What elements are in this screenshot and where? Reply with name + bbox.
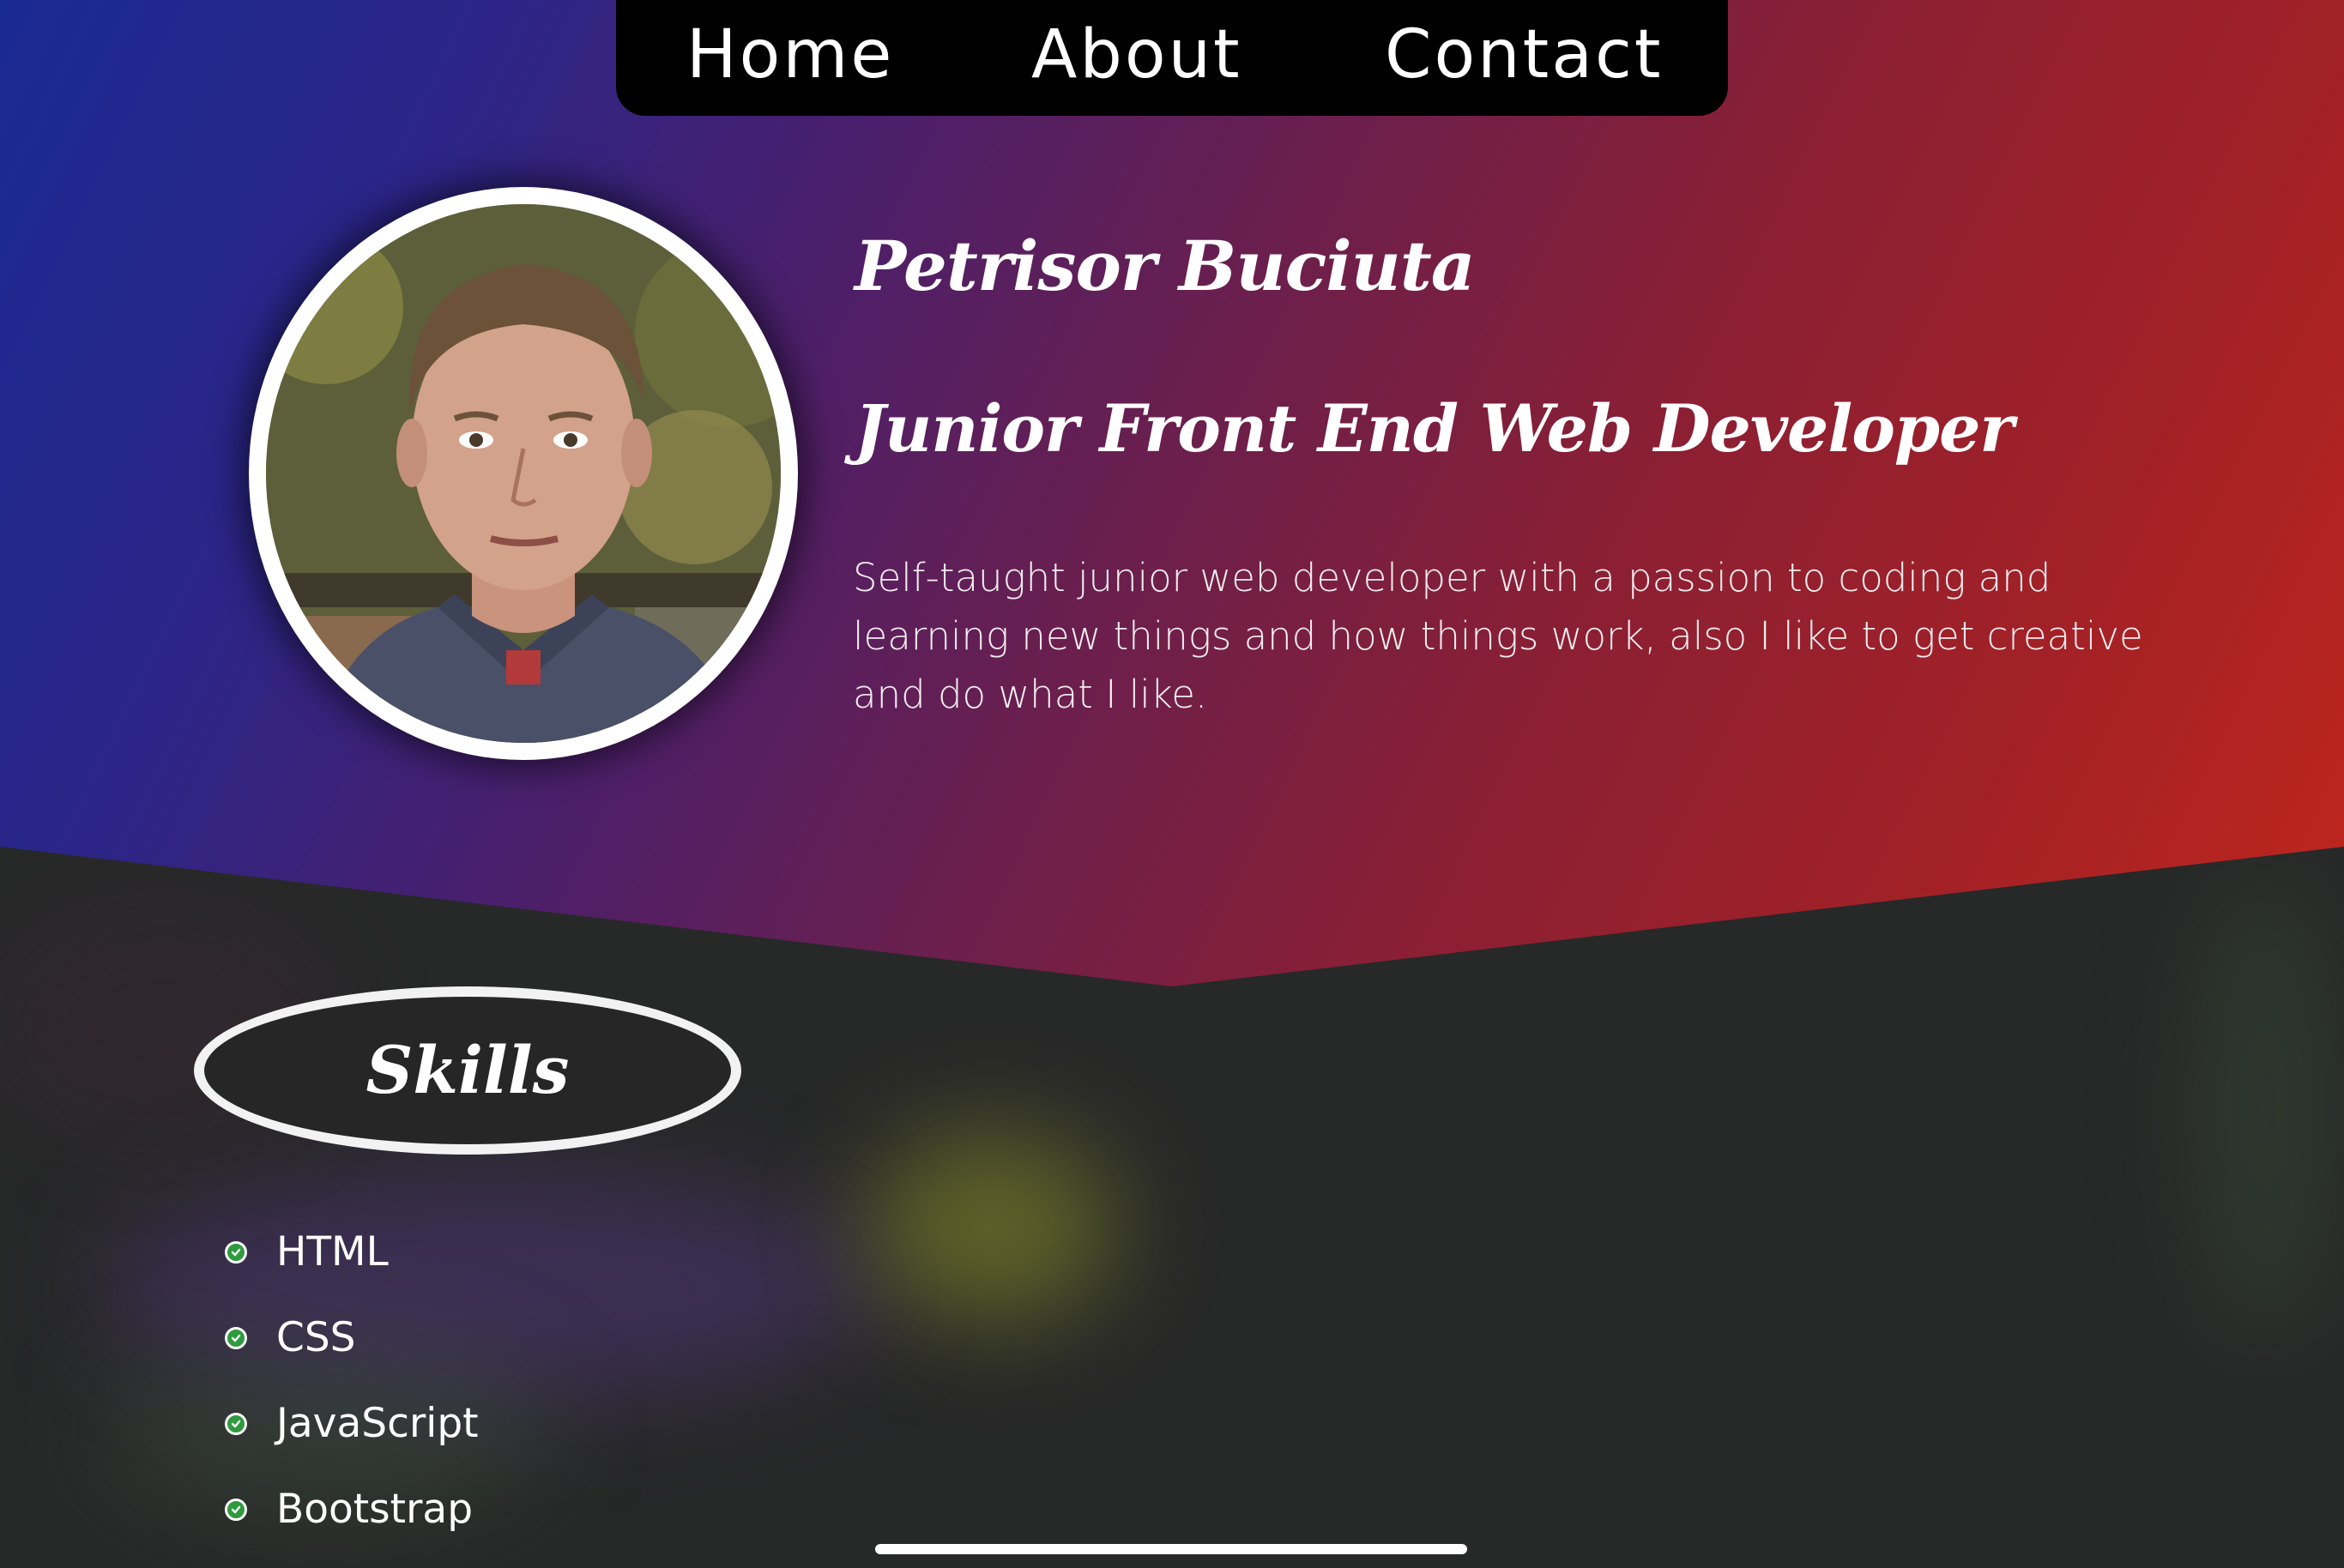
- skill-label: Bootstrap: [276, 1486, 474, 1533]
- check-circle-icon: [225, 1499, 247, 1521]
- nav-link-contact[interactable]: Contact: [1385, 12, 1663, 98]
- profile-name: Petrisor Buciuta: [855, 226, 1476, 306]
- list-item: HTML: [225, 1209, 479, 1295]
- list-item: CSS: [225, 1295, 479, 1381]
- profile-role: Junior Front End Web Developer: [855, 390, 2014, 467]
- skill-label: CSS: [276, 1314, 356, 1361]
- check-circle-icon: [225, 1327, 247, 1349]
- list-item: Bootstrap: [225, 1467, 479, 1553]
- avatar: [249, 187, 798, 760]
- skills-heading-badge: Skills: [194, 986, 741, 1155]
- nav-link-about[interactable]: About: [1031, 12, 1242, 98]
- skills-list: HTML CSS JavaScript Bootstrap: [225, 1209, 479, 1553]
- nav-link-home[interactable]: Home: [686, 12, 894, 98]
- check-circle-icon: [225, 1241, 247, 1263]
- skill-label: JavaScript: [276, 1400, 479, 1447]
- profile-photo: [266, 204, 781, 743]
- skills-title: Skills: [365, 1032, 570, 1108]
- top-navigation: Home About Contact: [616, 0, 1728, 116]
- portfolio-page: Home About Contact Petrisor Buciuta Juni…: [0, 0, 2344, 1568]
- home-indicator[interactable]: [875, 1544, 1467, 1554]
- list-item: JavaScript: [225, 1381, 479, 1467]
- skill-label: HTML: [276, 1228, 389, 1276]
- check-circle-icon: [225, 1413, 247, 1435]
- profile-bio: Self-taught junior web developer with a …: [853, 555, 2143, 717]
